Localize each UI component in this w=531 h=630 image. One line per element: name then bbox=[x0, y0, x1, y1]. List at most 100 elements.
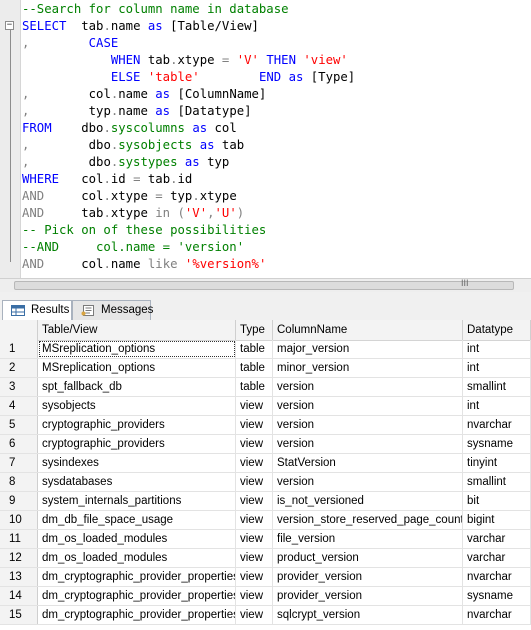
cell-columnname[interactable]: provider_version bbox=[273, 568, 463, 586]
table-row[interactable]: 6 cryptographic_providers view version sysna… bbox=[0, 435, 531, 454]
cell-type[interactable]: view bbox=[236, 492, 273, 510]
cell-datatype[interactable]: nvarchar bbox=[463, 606, 531, 624]
grid-corner[interactable] bbox=[0, 320, 38, 340]
cell-datatype[interactable]: int bbox=[463, 397, 531, 415]
cell-columnname[interactable]: version bbox=[273, 435, 463, 453]
cell-columnname[interactable]: major_version bbox=[273, 340, 463, 358]
column-header-columnname[interactable]: ColumnName bbox=[273, 320, 463, 340]
cell-table-view[interactable]: cryptographic_providers bbox=[38, 416, 236, 434]
table-row[interactable]: 7 sysindexes view StatVersion tinyint bbox=[0, 454, 531, 473]
table-row[interactable]: 9 system_internals_partitions view is_not_v… bbox=[0, 492, 531, 511]
table-row[interactable]: 1 MSreplication_options table major_version… bbox=[0, 340, 531, 359]
cell-datatype[interactable]: varchar bbox=[463, 530, 531, 548]
row-number[interactable]: 1 bbox=[0, 340, 38, 358]
cell-columnname[interactable]: version bbox=[273, 416, 463, 434]
cell-type[interactable]: view bbox=[236, 587, 273, 605]
table-row[interactable]: 12 dm_os_loaded_modules view product_versio… bbox=[0, 549, 531, 568]
cell-type[interactable]: view bbox=[236, 530, 273, 548]
tab-results[interactable]: Results bbox=[2, 300, 72, 321]
cell-table-view[interactable]: spt_fallback_db bbox=[38, 378, 236, 396]
cell-columnname[interactable]: version bbox=[273, 397, 463, 415]
cell-table-view[interactable]: MSreplication_options bbox=[38, 340, 236, 358]
cell-datatype[interactable]: tinyint bbox=[463, 454, 531, 472]
results-grid[interactable]: Table/View Type ColumnName Datatype 1 MSr… bbox=[0, 320, 531, 630]
cell-table-view[interactable]: cryptographic_providers bbox=[38, 435, 236, 453]
cell-table-view[interactable]: dm_db_file_space_usage bbox=[38, 511, 236, 529]
table-row[interactable]: 2 MSreplication_options table minor_version… bbox=[0, 359, 531, 378]
cell-datatype[interactable]: int bbox=[463, 340, 531, 358]
cell-columnname[interactable]: sqlcrypt_version bbox=[273, 606, 463, 624]
cell-datatype[interactable]: smallint bbox=[463, 473, 531, 491]
table-row[interactable]: 8 sysdatabases view version smallint bbox=[0, 473, 531, 492]
cell-datatype[interactable]: nvarchar bbox=[463, 568, 531, 586]
cell-datatype[interactable]: int bbox=[463, 359, 531, 377]
cell-columnname[interactable]: version_store_reserved_page_count bbox=[273, 511, 463, 529]
cell-type[interactable]: view bbox=[236, 416, 273, 434]
row-number[interactable]: 11 bbox=[0, 530, 38, 548]
cell-type[interactable]: table bbox=[236, 359, 273, 377]
cell-table-view[interactable]: dm_cryptographic_provider_properties bbox=[38, 606, 236, 624]
table-row[interactable]: 11 dm_os_loaded_modules view file_version va… bbox=[0, 530, 531, 549]
scrollbar-thumb[interactable] bbox=[14, 281, 514, 290]
cell-type[interactable]: view bbox=[236, 549, 273, 567]
table-row[interactable]: 15 dm_cryptographic_provider_properties vi… bbox=[0, 606, 531, 625]
sql-editor[interactable]: − --Search for column name in database SE… bbox=[0, 0, 531, 293]
cell-columnname[interactable]: file_version bbox=[273, 530, 463, 548]
column-header-table-view[interactable]: Table/View bbox=[38, 320, 236, 340]
table-row[interactable]: 5 cryptographic_providers view version nvarc… bbox=[0, 416, 531, 435]
cell-type[interactable]: view bbox=[236, 435, 273, 453]
table-row[interactable]: 4 sysobjects view version int bbox=[0, 397, 531, 416]
row-number[interactable]: 14 bbox=[0, 587, 38, 605]
cell-table-view[interactable]: sysdatabases bbox=[38, 473, 236, 491]
editor-horizontal-scrollbar[interactable]: III bbox=[0, 278, 531, 292]
column-header-datatype[interactable]: Datatype bbox=[463, 320, 531, 340]
cell-type[interactable]: view bbox=[236, 473, 273, 491]
cell-table-view[interactable]: dm_os_loaded_modules bbox=[38, 549, 236, 567]
row-number[interactable]: 9 bbox=[0, 492, 38, 510]
cell-table-view[interactable]: sysobjects bbox=[38, 397, 236, 415]
tab-messages[interactable]: Messages bbox=[72, 300, 153, 320]
row-number[interactable]: 8 bbox=[0, 473, 38, 491]
cell-datatype[interactable]: sysname bbox=[463, 435, 531, 453]
cell-type[interactable]: table bbox=[236, 378, 273, 396]
row-number[interactable]: 15 bbox=[0, 606, 38, 624]
cell-datatype[interactable]: bit bbox=[463, 492, 531, 510]
cell-table-view[interactable]: dm_cryptographic_provider_properties bbox=[38, 568, 236, 586]
cell-table-view[interactable]: dm_os_loaded_modules bbox=[38, 530, 236, 548]
cell-table-view[interactable]: sysindexes bbox=[38, 454, 236, 472]
row-number[interactable]: 7 bbox=[0, 454, 38, 472]
cell-type[interactable]: view bbox=[236, 606, 273, 624]
cell-columnname[interactable]: StatVersion bbox=[273, 454, 463, 472]
row-number[interactable]: 10 bbox=[0, 511, 38, 529]
cell-columnname[interactable]: is_not_versioned bbox=[273, 492, 463, 510]
cell-table-view[interactable]: system_internals_partitions bbox=[38, 492, 236, 510]
cell-table-view[interactable]: MSreplication_options bbox=[38, 359, 236, 377]
table-row[interactable]: 13 dm_cryptographic_provider_properties vi… bbox=[0, 568, 531, 587]
cell-type[interactable]: view bbox=[236, 397, 273, 415]
cell-datatype[interactable]: varchar bbox=[463, 549, 531, 567]
row-number[interactable]: 13 bbox=[0, 568, 38, 586]
cell-columnname[interactable]: minor_version bbox=[273, 359, 463, 377]
row-number[interactable]: 2 bbox=[0, 359, 38, 377]
row-number[interactable]: 6 bbox=[0, 435, 38, 453]
table-row[interactable]: 14 dm_cryptographic_provider_properties vi… bbox=[0, 587, 531, 606]
cell-type[interactable]: view bbox=[236, 454, 273, 472]
cell-columnname[interactable]: version bbox=[273, 473, 463, 491]
cell-datatype[interactable]: nvarchar bbox=[463, 416, 531, 434]
row-number[interactable]: 4 bbox=[0, 397, 38, 415]
collapse-icon[interactable]: − bbox=[5, 21, 14, 30]
cell-type[interactable]: view bbox=[236, 568, 273, 586]
row-number[interactable]: 5 bbox=[0, 416, 38, 434]
cell-type[interactable]: view bbox=[236, 511, 273, 529]
row-number[interactable]: 3 bbox=[0, 378, 38, 396]
cell-table-view[interactable]: dm_cryptographic_provider_properties bbox=[38, 587, 236, 605]
cell-datatype[interactable]: smallint bbox=[463, 378, 531, 396]
cell-type[interactable]: table bbox=[236, 340, 273, 358]
table-row[interactable]: 3 spt_fallback_db table version smallint bbox=[0, 378, 531, 397]
column-header-type[interactable]: Type bbox=[236, 320, 273, 340]
cell-columnname[interactable]: version bbox=[273, 378, 463, 396]
table-row[interactable]: 10 dm_db_file_space_usage view version_stor… bbox=[0, 511, 531, 530]
cell-columnname[interactable]: provider_version bbox=[273, 587, 463, 605]
row-number[interactable]: 12 bbox=[0, 549, 38, 567]
cell-datatype[interactable]: sysname bbox=[463, 587, 531, 605]
